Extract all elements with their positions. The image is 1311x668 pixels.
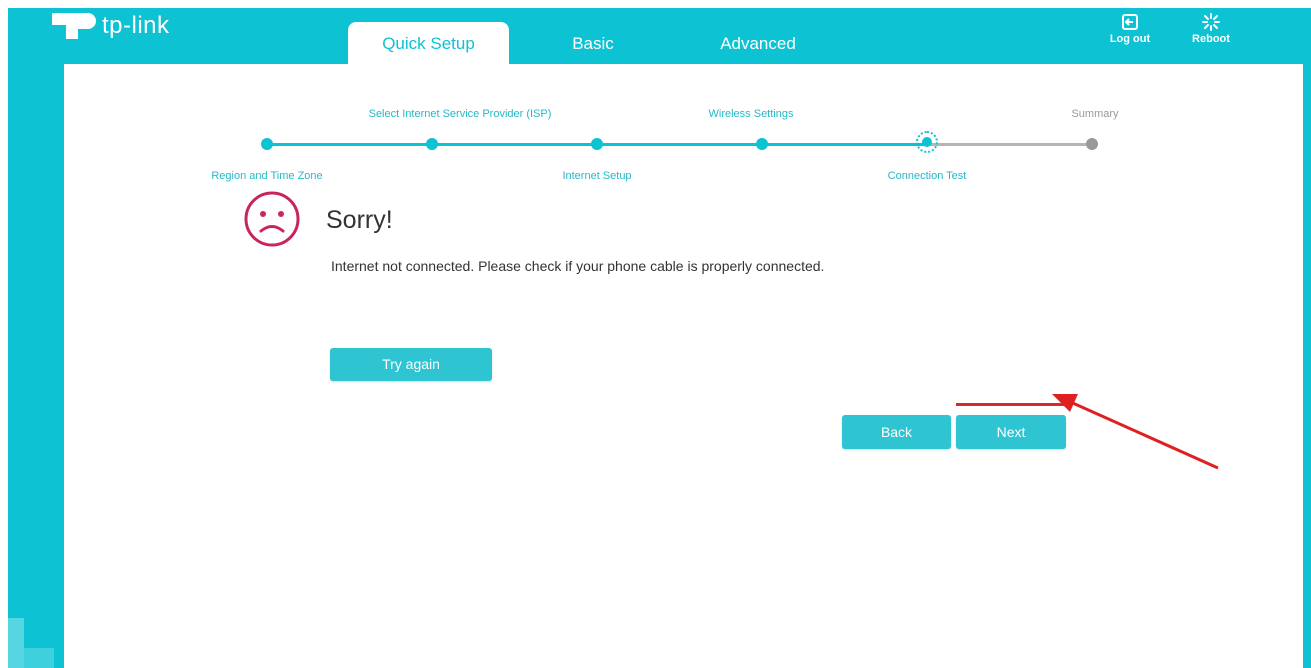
tab-basic[interactable]: Basic (543, 22, 643, 64)
reboot-button[interactable]: Reboot (1186, 12, 1236, 45)
logout-label: Log out (1109, 33, 1151, 45)
step-label-region: Region and Time Zone (211, 170, 323, 182)
result-message: Internet not connected. Please check if … (331, 258, 825, 274)
step-label-summary: Summary (1071, 108, 1119, 120)
step-dot-connection-test (916, 131, 938, 153)
tp-link-logo: tp-link (52, 12, 170, 40)
decor-block (8, 618, 24, 668)
quick-setup-panel: Region and Time Zone Select Internet Ser… (64, 64, 1303, 668)
app-frame: tp-link Quick Setup Basic Advanced Log o… (8, 8, 1311, 668)
decor-block (24, 648, 54, 668)
tab-quick-setup[interactable]: Quick Setup (348, 22, 509, 64)
step-label-isp: Select Internet Service Provider (ISP) (368, 108, 552, 120)
step-label-wireless: Wireless Settings (708, 108, 794, 120)
step-dot-summary (1086, 138, 1098, 150)
reboot-icon (1202, 13, 1220, 31)
step-dot-region[interactable] (261, 138, 273, 150)
back-button[interactable]: Back (842, 415, 951, 449)
step-dot-wireless[interactable] (756, 138, 768, 150)
step-label-internet-setup: Internet Setup (562, 170, 632, 182)
tp-link-logo-icon (52, 13, 98, 39)
step-label-connection-test: Connection Test (887, 170, 967, 182)
result-title: Sorry! (326, 206, 393, 234)
reboot-label: Reboot (1192, 33, 1230, 45)
logo-text: tp-link (102, 12, 170, 39)
try-again-button[interactable]: Try again (330, 348, 492, 381)
logout-icon (1122, 14, 1138, 30)
tab-advanced[interactable]: Advanced (698, 22, 818, 64)
logout-button[interactable]: Log out (1105, 12, 1155, 45)
annotation-arrow-icon (1052, 394, 1219, 470)
sad-face-icon (244, 191, 300, 247)
step-dot-isp[interactable] (426, 138, 438, 150)
step-dot-internet-setup[interactable] (591, 138, 603, 150)
stepper-track-pending (927, 143, 1092, 146)
